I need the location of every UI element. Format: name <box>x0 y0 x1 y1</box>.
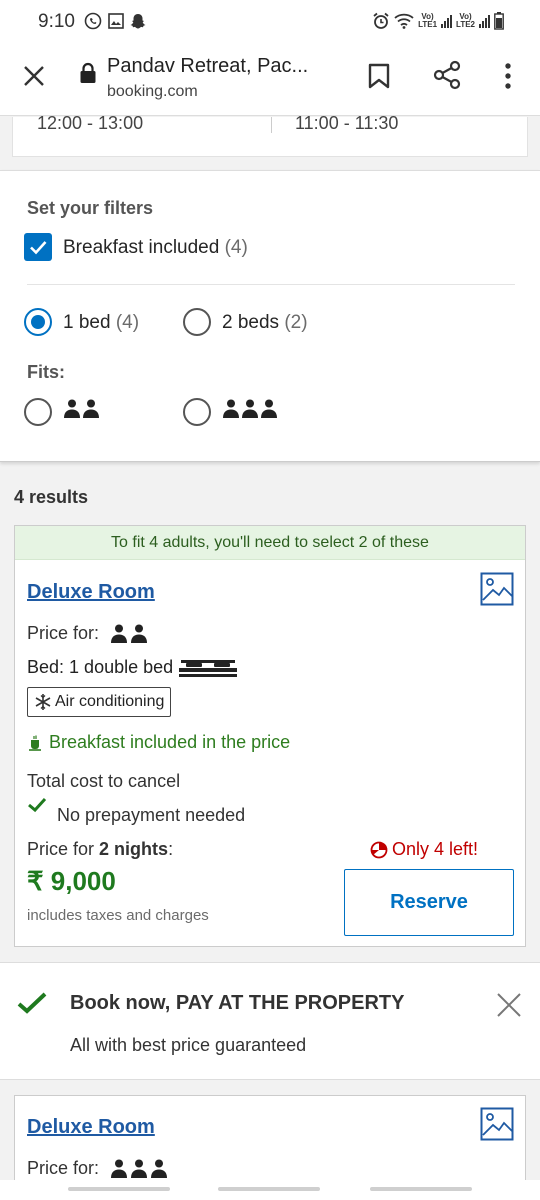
whatsapp-icon <box>84 12 102 30</box>
check-icon <box>17 992 47 1014</box>
fits-three-radio[interactable] <box>183 398 211 426</box>
page-domain[interactable]: booking.com <box>107 83 198 101</box>
fits-label: Fits: <box>27 362 65 382</box>
status-notification-icons <box>84 12 146 30</box>
status-system-icons: Vo) LTE1 Vo) LTE2 <box>372 12 504 30</box>
filters-title: Set your filters <box>27 198 154 218</box>
page-title[interactable]: Pandav Retreat, Pac... <box>107 55 308 78</box>
more-options-icon[interactable] <box>500 62 516 90</box>
signal-bars-1-icon <box>441 14 453 28</box>
two-beds-radio[interactable] <box>183 308 211 336</box>
status-bar: 9:10 Vo) LTE1 Vo) LTE2 <box>0 0 540 44</box>
check-out-time: 11:00 - 11:30 <box>295 113 399 133</box>
browser-toolbar: Pandav Retreat, Pac... booking.com <box>0 44 540 116</box>
fits-two-radio[interactable] <box>24 398 52 426</box>
breakfast-included: Breakfast included in the price <box>27 732 290 753</box>
group-size-notice: To fit 4 adults, you'll need to select 2… <box>15 526 525 560</box>
lock-icon <box>80 62 96 83</box>
prepayment-label: No prepayment needed <box>57 805 246 825</box>
room-photo-icon[interactable] <box>480 572 514 606</box>
filters-divider <box>27 284 515 285</box>
three-persons-icon <box>223 399 277 418</box>
room-card: To fit 4 adults, you'll need to select 2… <box>14 525 526 947</box>
two-persons-icon <box>111 624 148 644</box>
room-title-link[interactable]: Deluxe Room <box>27 581 155 604</box>
close-icon[interactable] <box>496 992 522 1018</box>
signal-bars-2-icon <box>479 14 490 28</box>
price-for-label: Price for: <box>27 1158 170 1179</box>
checkmark-icon <box>30 241 47 255</box>
nav-recent-apps[interactable] <box>68 1187 170 1191</box>
reserve-button[interactable]: Reserve <box>344 869 514 936</box>
amenity-badge: Air conditioning <box>27 687 172 717</box>
check-icon <box>28 797 47 813</box>
one-bed-radio[interactable] <box>24 308 52 336</box>
promo-subtitle: All with best price guaranteed <box>70 1035 307 1055</box>
coffee-cup-icon <box>29 735 41 751</box>
network-1-label: Vo) LTE1 <box>418 12 438 29</box>
nav-home[interactable] <box>218 1187 320 1191</box>
system-navigation-bar <box>0 1180 540 1200</box>
nights-label: Price for 2 nights: <box>27 839 174 859</box>
network-2-label: Vo) LTE2 <box>456 12 475 29</box>
room-title-link[interactable]: Deluxe Room <box>27 1116 155 1139</box>
wifi-icon <box>394 13 414 29</box>
checkin-times-card: 12:00 - 13:00 11:00 - 11:30 <box>12 113 528 157</box>
price-for-label: Price for: <box>27 623 150 644</box>
bed-info: Bed: 1 double bed <box>27 657 238 678</box>
gallery-icon <box>108 13 124 29</box>
checkin-divider <box>271 117 272 133</box>
timer-icon <box>370 841 388 858</box>
two-beds-label[interactable]: 2 beds (2) <box>222 312 308 334</box>
alarm-icon <box>373 12 389 29</box>
promo-title: Book now, PAY AT THE PROPERTY <box>70 992 405 1014</box>
bookmark-icon[interactable] <box>368 63 390 89</box>
nav-back[interactable] <box>370 1187 472 1191</box>
snapchat-icon <box>130 13 146 28</box>
two-persons-icon <box>64 399 99 418</box>
room-photo-icon[interactable] <box>480 1107 514 1141</box>
promo-banner: Book now, PAY AT THE PROPERTY All with b… <box>0 962 540 1080</box>
taxes-note: includes taxes and charges <box>27 907 209 924</box>
snowflake-icon <box>35 694 51 710</box>
results-count: 4 results <box>14 487 89 507</box>
availability-badge: Only 4 left! <box>370 839 478 860</box>
check-in-time: 12:00 - 13:00 <box>37 113 144 133</box>
cancel-cost-label: Total cost to cancel <box>27 771 181 791</box>
battery-icon <box>494 12 504 30</box>
filters-panel: Set your filters Breakfast included (4) … <box>0 170 540 462</box>
close-tab-icon[interactable] <box>22 64 46 88</box>
status-time: 9:10 <box>38 11 75 32</box>
breakfast-filter-count: (4) <box>224 237 248 258</box>
amenity-label: Air conditioning <box>55 693 165 710</box>
double-bed-icon <box>179 660 238 678</box>
one-bed-label[interactable]: 1 bed (4) <box>63 312 139 334</box>
breakfast-checkbox[interactable] <box>24 233 52 261</box>
three-persons-icon <box>111 1159 168 1179</box>
room-price: ₹ 9,000 <box>27 866 116 896</box>
breakfast-filter-label[interactable]: Breakfast included (4) <box>63 237 248 259</box>
share-icon[interactable] <box>432 60 462 90</box>
